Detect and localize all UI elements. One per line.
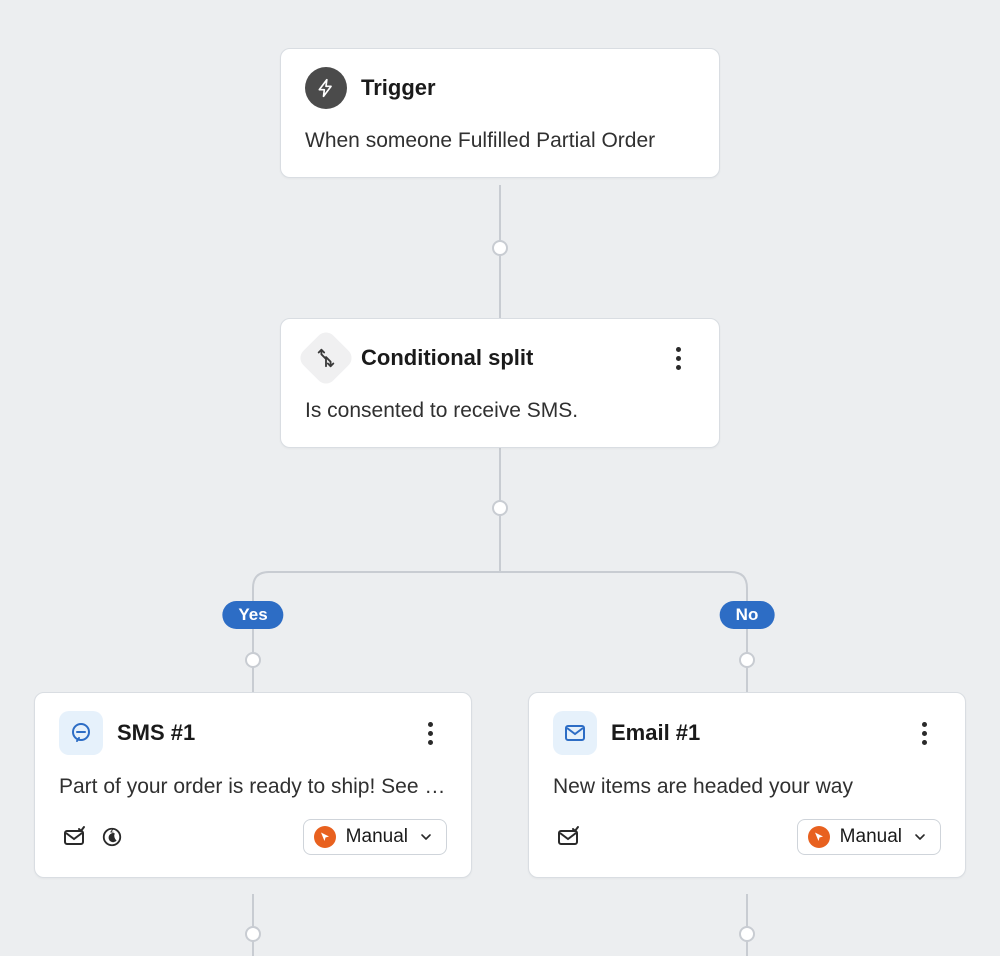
more-icon <box>922 722 927 745</box>
sms-icon <box>59 711 103 755</box>
smart-send-icon <box>553 822 583 852</box>
trigger-title: Trigger <box>361 75 436 101</box>
split-title: Conditional split <box>361 345 533 371</box>
more-icon <box>428 722 433 745</box>
email-description: New items are headed your way <box>553 773 941 801</box>
branch-no-pill: No <box>720 601 775 629</box>
trigger-description: When someone Fulfilled Partial Order <box>305 127 695 155</box>
email-send-mode-select[interactable]: Manual <box>797 819 941 855</box>
email-mode-label: Manual <box>840 826 902 848</box>
split-description: Is consented to receive SMS. <box>305 397 695 425</box>
sms-menu-button[interactable] <box>413 716 447 750</box>
email-menu-button[interactable] <box>907 716 941 750</box>
sms-title: SMS #1 <box>117 720 195 746</box>
split-icon <box>296 328 355 387</box>
email-title: Email #1 <box>611 720 700 746</box>
more-icon <box>676 347 681 370</box>
branch-yes-pill: Yes <box>222 601 283 629</box>
conditional-split-card[interactable]: Conditional split Is consented to receiv… <box>280 318 720 448</box>
quiet-hours-icon: z <box>97 822 127 852</box>
cursor-icon <box>314 826 336 848</box>
chevron-down-icon <box>912 829 928 845</box>
cursor-icon <box>808 826 830 848</box>
svg-text:z: z <box>110 826 114 834</box>
sms-mode-label: Manual <box>346 826 408 848</box>
split-menu-button[interactable] <box>661 341 695 375</box>
email-action-card[interactable]: Email #1 New items are headed your way M… <box>528 692 966 878</box>
sms-action-card[interactable]: SMS #1 Part of your order is ready to sh… <box>34 692 472 878</box>
sms-send-mode-select[interactable]: Manual <box>303 819 447 855</box>
trigger-card[interactable]: Trigger When someone Fulfilled Partial O… <box>280 48 720 178</box>
chevron-down-icon <box>418 829 434 845</box>
sms-description: Part of your order is ready to ship! See… <box>59 773 447 801</box>
lightning-icon <box>305 67 347 109</box>
smart-send-icon <box>59 822 89 852</box>
email-icon <box>553 711 597 755</box>
